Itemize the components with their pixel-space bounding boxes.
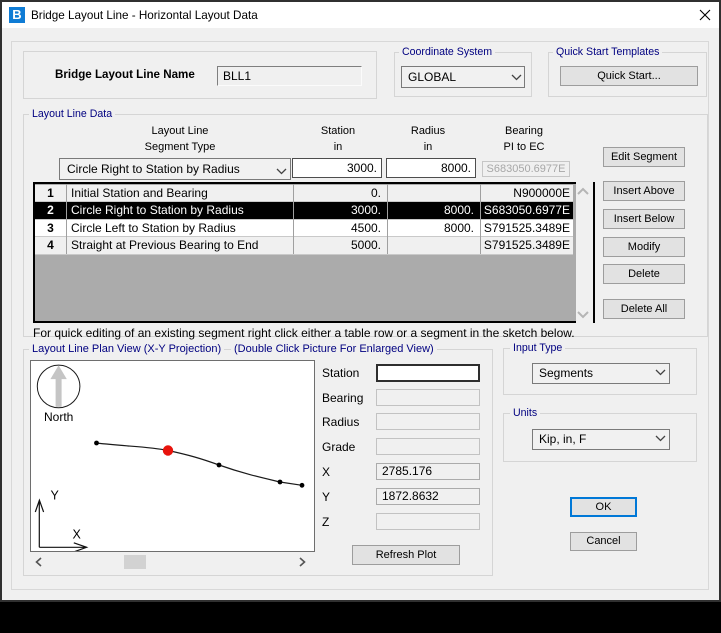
svg-text:Y: Y [51,489,60,503]
svg-text:X: X [73,528,82,542]
